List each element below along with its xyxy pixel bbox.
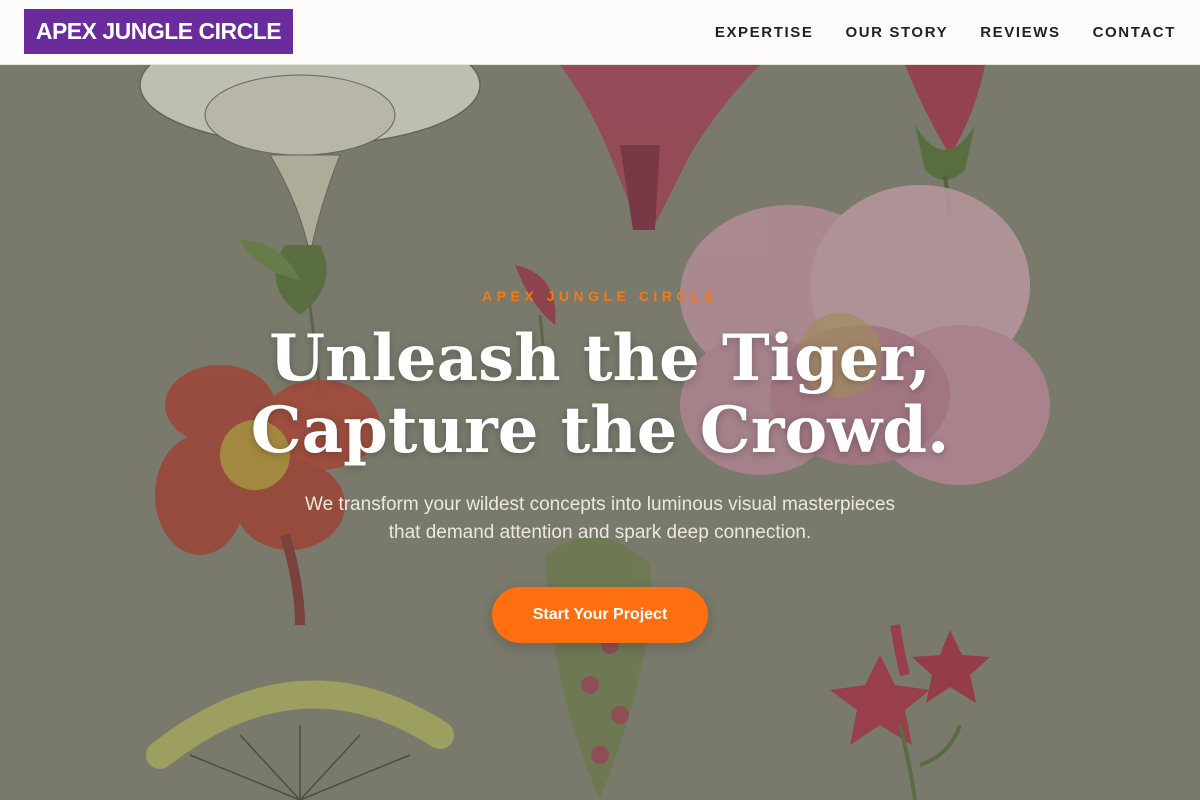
logo[interactable]: APEX JUNGLE CIRCLE	[24, 9, 293, 54]
site-header: APEX JUNGLE CIRCLE EXPERTISE OUR STORY R…	[0, 0, 1200, 65]
nav-our-story[interactable]: OUR STORY	[845, 24, 948, 41]
main-nav: EXPERTISE OUR STORY REVIEWS CONTACT	[683, 0, 1176, 65]
hero-eyebrow: APEX JUNGLE CIRCLE	[482, 288, 718, 304]
hero-headline: Unleash the Tiger, Capture the Crowd.	[0, 323, 1200, 467]
nav-contact[interactable]: CONTACT	[1093, 24, 1176, 41]
nav-reviews[interactable]: REVIEWS	[980, 24, 1060, 41]
hero-subtext-line-2: that demand attention and spark deep con…	[388, 522, 812, 543]
nav-expertise[interactable]: EXPERTISE	[715, 24, 814, 41]
hero-subtext-line-1: We transform your wildest concepts into …	[305, 494, 895, 515]
hero-headline-line-2: Capture the Crowd.	[250, 393, 950, 468]
start-project-button[interactable]: Start Your Project	[492, 587, 708, 643]
hero-subtext: We transform your wildest concepts into …	[250, 491, 950, 547]
hero-content: APEX JUNGLE CIRCLE Unleash the Tiger, Ca…	[0, 65, 1200, 800]
hero-headline-line-1: Unleash the Tiger,	[269, 321, 931, 396]
hero-section: APEX JUNGLE CIRCLE Unleash the Tiger, Ca…	[0, 65, 1200, 800]
